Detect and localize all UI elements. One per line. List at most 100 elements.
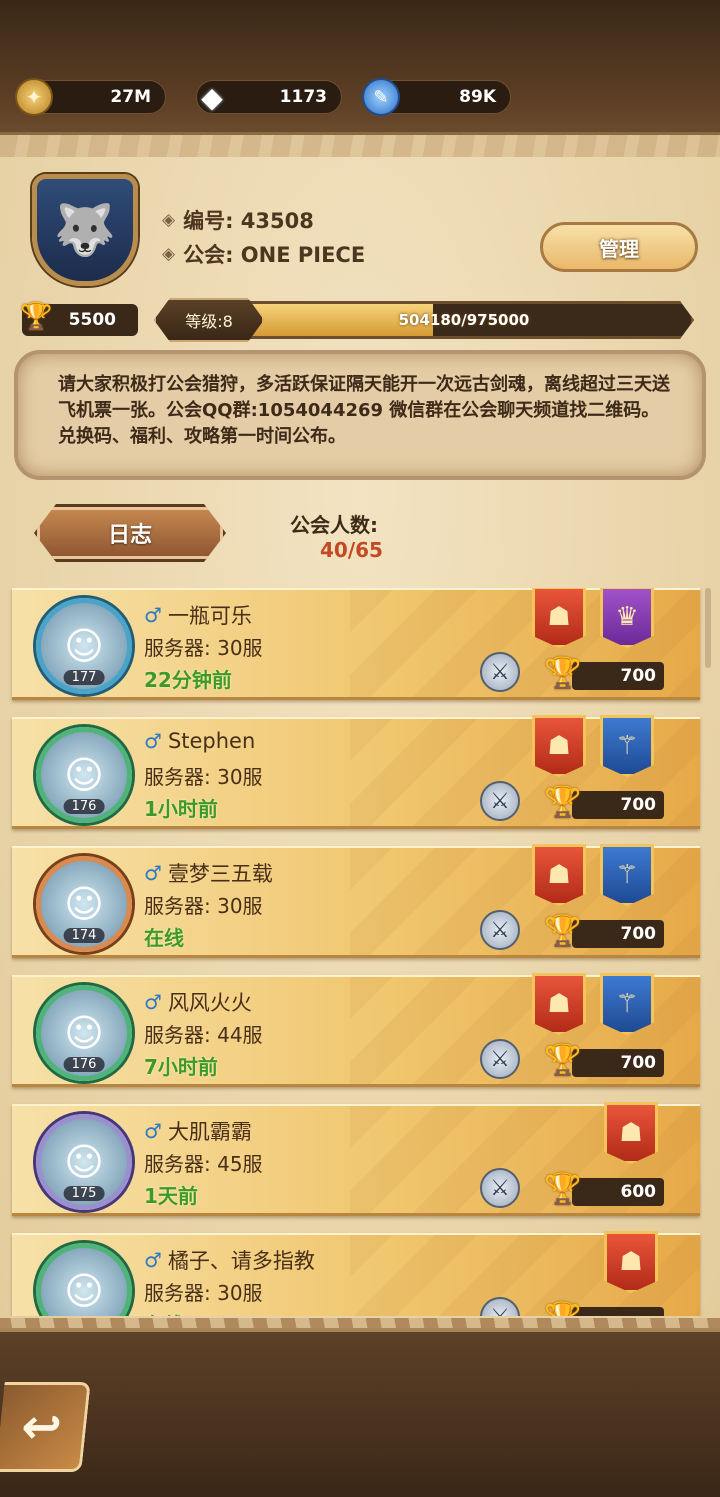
member-card[interactable]: ☺ 175 ♂ 大肌霸霸 服务器: 45服 1天前 ☗ ⚔ 🏆 600 <box>12 1102 700 1216</box>
member-name-row: ♂ 橘子、请多指教 <box>144 1245 315 1275</box>
log-button[interactable]: 日志 <box>34 504 226 562</box>
character-portrait-icon: ☺ <box>64 882 104 926</box>
character-portrait-icon: ☺ <box>64 753 104 797</box>
back-arrow-icon: ↩ <box>18 1399 65 1455</box>
scroll-counter[interactable]: ✎ 89K <box>362 78 511 116</box>
member-card[interactable]: ☺ 177 ♂ 一瓶可乐 服务器: 30服 22分钟前 ☗ ♛ ⚔ 🏆 700 <box>12 588 700 700</box>
male-gender-icon: ♂ <box>144 1248 162 1272</box>
diamond-icon: ◆ <box>201 80 223 114</box>
level-exp-text: 504180/975000 <box>398 311 530 329</box>
member-card[interactable]: ☺ ♂ 橘子、请多指教 服务器: 30服 在线 ☗ ⚔ 🏆 <box>12 1231 700 1316</box>
rank-banner-icon: ☗ <box>604 1231 658 1293</box>
back-button[interactable]: ↩ <box>0 1382 91 1472</box>
member-level: 174 <box>63 928 105 943</box>
member-status: 1小时前 <box>144 797 218 821</box>
member-name: 一瓶可乐 <box>167 604 252 628</box>
crossed-swords-icon[interactable]: ⚔ <box>480 1168 520 1208</box>
member-server: 服务器: 30服 <box>144 765 263 789</box>
rank-banner-icon: ☗ <box>532 973 586 1035</box>
member-name: 橘子、请多指教 <box>167 1249 315 1273</box>
member-server: 服务器: 30服 <box>144 636 263 660</box>
member-card[interactable]: ☺ 174 ♂ 壹梦三五载 服务器: 30服 在线 ☗ ⚚ ⚔ 🏆 700 <box>12 844 700 958</box>
gold-coin-icon: ✦ <box>15 78 53 116</box>
rank-banner-icon: ☗ <box>604 1102 658 1164</box>
member-card[interactable]: ☺ 176 ♂ 风风火火 服务器: 44服 7小时前 ☗ ⚚ ⚔ 🏆 700 <box>12 973 700 1087</box>
gem-value: 1173 <box>279 87 327 107</box>
member-status: 在线 <box>144 1309 184 1316</box>
scroll-icon: ✎ <box>362 78 400 116</box>
bullet-diamond-icon: ◈ <box>162 210 176 230</box>
guild-notice: 请大家积极打公会猎狩，多活跃保证隔天能开一次远古剑魂，离线超过三天送飞机票一张。… <box>14 350 706 480</box>
gem-counter[interactable]: ◆ 1173 <box>196 80 342 114</box>
member-name-row: ♂ 大肌霸霸 <box>144 1116 252 1146</box>
guild-id-line: ◈ 编号: 43508 <box>162 205 314 235</box>
member-avatar[interactable]: ☺ 175 <box>36 1114 132 1210</box>
rank-banner-icon: ⚚ <box>600 844 654 906</box>
rank-banner-icon: ⚚ <box>600 715 654 777</box>
member-level: 176 <box>63 1057 105 1072</box>
guild-emblem[interactable]: 🐺 <box>32 174 138 286</box>
trophy-icon: 🏆 <box>544 656 582 691</box>
member-card[interactable]: ☺ 176 ♂ Stephen 服务器: 30服 1小时前 ☗ ⚚ ⚔ 🏆 700 <box>12 715 700 829</box>
gold-counter[interactable]: ✦ 27M <box>15 78 166 116</box>
bottom-bar <box>0 1328 720 1497</box>
trophy-icon: 🏆 <box>20 302 53 332</box>
member-level: 175 <box>63 1186 105 1201</box>
member-name-row: ♂ 风风火火 <box>144 987 252 1017</box>
member-list-scrollbar[interactable] <box>705 588 711 668</box>
trophy-icon: 🏆 <box>544 914 582 949</box>
member-server: 服务器: 45服 <box>144 1152 263 1176</box>
member-avatar[interactable]: ☺ 176 <box>36 985 132 1081</box>
member-name-row: ♂ 壹梦三五载 <box>144 858 273 888</box>
crossed-swords-icon[interactable]: ⚔ <box>480 652 520 692</box>
member-server: 服务器: 44服 <box>144 1023 263 1047</box>
member-name: 壹梦三五载 <box>167 862 273 886</box>
rank-banner-icon: ☗ <box>532 715 586 777</box>
member-avatar[interactable]: ☺ 177 <box>36 598 132 694</box>
member-avatar[interactable]: ☺ 176 <box>36 727 132 823</box>
crossed-swords-icon[interactable]: ⚔ <box>480 910 520 950</box>
member-points: 700 <box>572 1049 664 1077</box>
member-count-label: 公会人数: <box>290 513 378 537</box>
member-name: 大肌霸霸 <box>167 1120 252 1144</box>
character-portrait-icon: ☺ <box>64 1140 104 1184</box>
rank-banner-icon: ⚚ <box>600 973 654 1035</box>
member-points: 700 <box>572 920 664 948</box>
male-gender-icon: ♂ <box>144 1119 162 1143</box>
character-portrait-icon: ☺ <box>64 1269 104 1313</box>
member-status: 22分钟前 <box>144 668 232 692</box>
male-gender-icon: ♂ <box>144 990 162 1014</box>
member-points: 700 <box>572 791 664 819</box>
male-gender-icon: ♂ <box>144 729 162 753</box>
member-level: 177 <box>63 670 105 685</box>
member-name: Stephen <box>167 729 256 753</box>
trophy-icon: 🏆 <box>544 1172 582 1207</box>
gold-value: 27M <box>110 87 151 107</box>
trophy-icon: 🏆 <box>544 785 582 820</box>
bullet-diamond-icon: ◈ <box>162 244 176 264</box>
crossed-swords-icon[interactable]: ⚔ <box>480 1297 520 1316</box>
member-points: 700 <box>572 662 664 690</box>
male-gender-icon: ♂ <box>144 603 162 627</box>
rank-banner-icon: ☗ <box>532 844 586 906</box>
guild-name-line: ◈ 公会: ONE PIECE <box>162 239 365 269</box>
character-portrait-icon: ☺ <box>64 1011 104 1055</box>
member-points <box>572 1307 664 1316</box>
trophy-icon: 🏆 <box>544 1043 582 1078</box>
member-list[interactable]: ☺ 177 ♂ 一瓶可乐 服务器: 30服 22分钟前 ☗ ♛ ⚔ 🏆 700 ☺… <box>0 588 720 1316</box>
manage-button[interactable]: 管理 <box>540 222 698 272</box>
wolf-icon: 🐺 <box>53 200 117 259</box>
member-name: 风风火火 <box>167 991 252 1015</box>
crossed-swords-icon[interactable]: ⚔ <box>480 781 520 821</box>
crossed-swords-icon[interactable]: ⚔ <box>480 1039 520 1079</box>
member-status: 1天前 <box>144 1184 198 1208</box>
guild-id: 编号: 43508 <box>183 209 314 233</box>
trophy-icon: 🏆 <box>544 1301 581 1316</box>
scroll-value: 89K <box>459 87 496 107</box>
member-status: 7小时前 <box>144 1055 218 1079</box>
rank-banner-icon: ☗ <box>532 588 586 648</box>
member-avatar[interactable]: ☺ <box>36 1243 132 1316</box>
member-avatar[interactable]: ☺ 174 <box>36 856 132 952</box>
member-name-row: ♂ 一瓶可乐 <box>144 600 252 630</box>
member-count-value: 40/65 <box>320 538 383 562</box>
